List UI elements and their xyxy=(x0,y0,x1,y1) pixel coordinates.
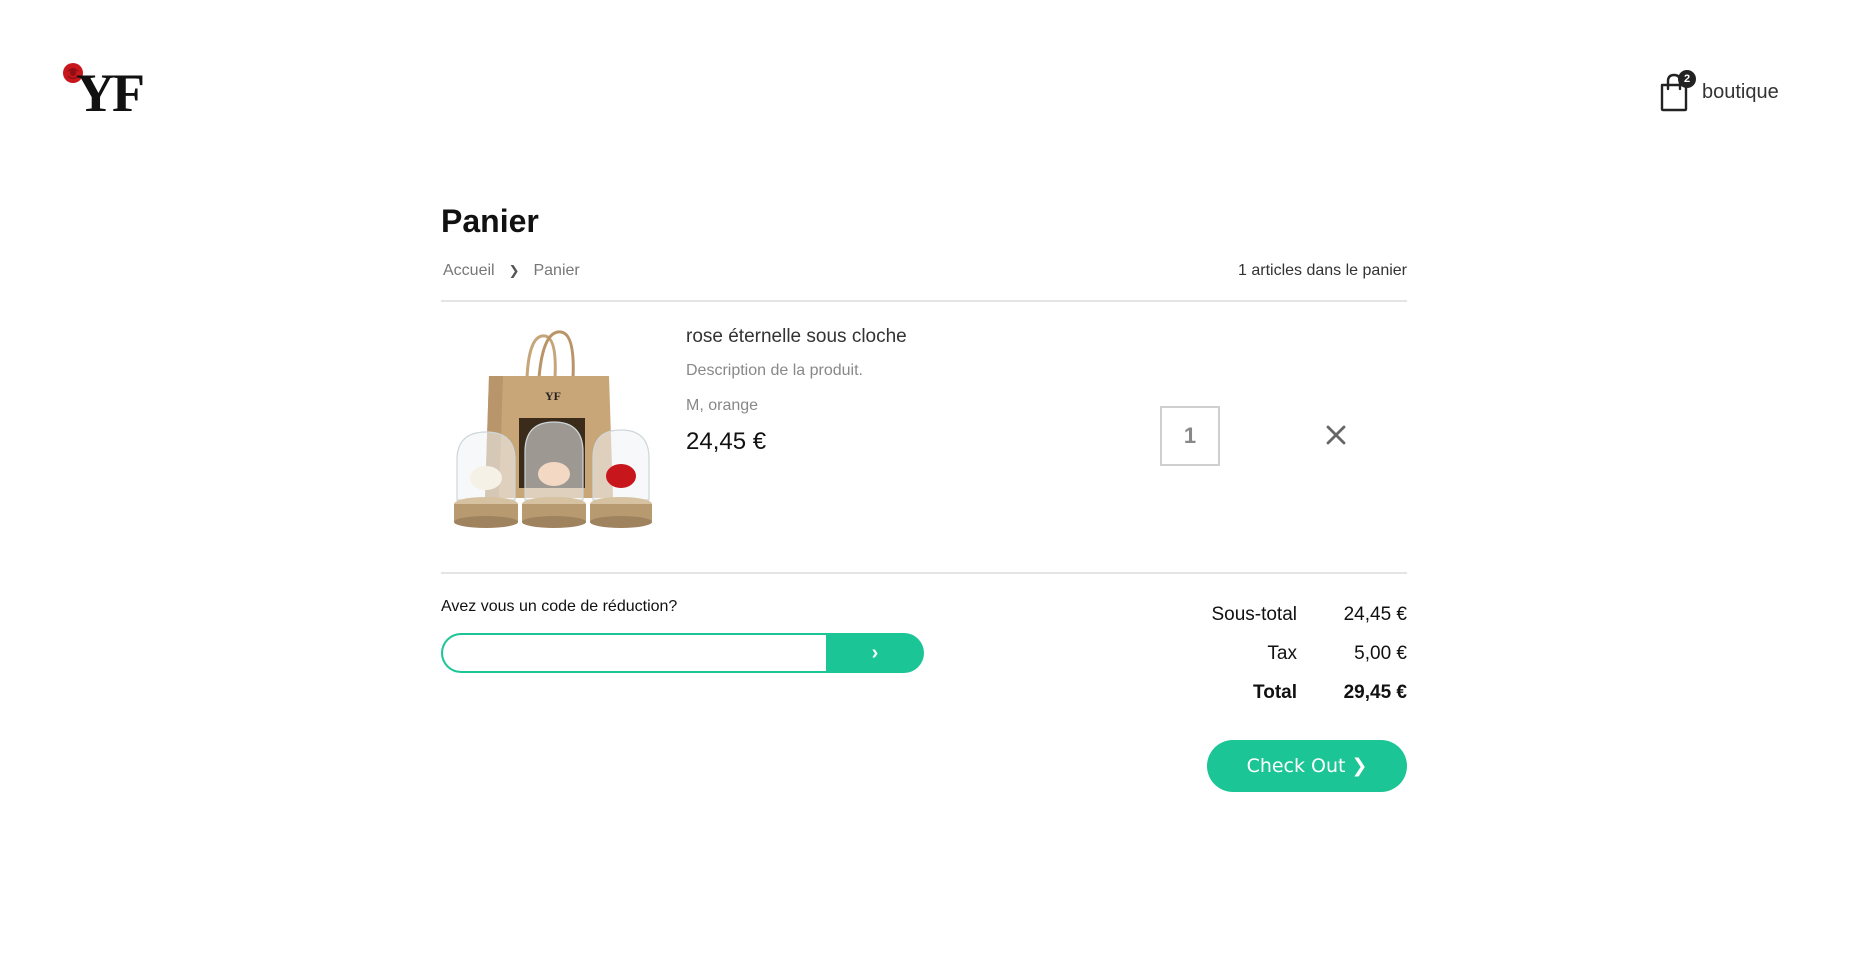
subtotal-row: Sous-total 24,45 € xyxy=(1147,604,1407,643)
breadcrumb-home-link[interactable]: Accueil xyxy=(443,262,495,280)
total-value: 29,45 € xyxy=(1343,682,1407,703)
checkout-button[interactable]: Check Out ❯ xyxy=(1207,740,1407,792)
chevron-right-icon: ❯ xyxy=(1351,755,1368,777)
total-label: Total xyxy=(1253,682,1297,703)
breadcrumb-row: Accueil ❯ Panier 1 articles dans le pani… xyxy=(441,260,1407,290)
breadcrumb-separator-icon: ❯ xyxy=(508,263,520,278)
subtotal-value: 24,45 € xyxy=(1343,604,1407,625)
cart-summary-section: Avez vous un code de réduction? › Sous-t… xyxy=(441,574,1407,814)
item-name[interactable]: rose éternelle sous cloche xyxy=(686,324,907,350)
cart-label: boutique xyxy=(1702,80,1779,103)
shopping-bag-icon: 2 xyxy=(1658,70,1696,112)
close-icon xyxy=(1326,425,1346,445)
tax-label: Tax xyxy=(1267,643,1297,664)
quantity-input[interactable]: 1 xyxy=(1160,406,1220,466)
tax-row: Tax 5,00 € xyxy=(1147,643,1407,682)
item-info: rose éternelle sous cloche Description d… xyxy=(686,324,907,457)
remove-item-button[interactable] xyxy=(1321,420,1351,450)
total-row: Total 29,45 € xyxy=(1147,682,1407,721)
promo-code-submit-button[interactable]: › xyxy=(826,633,924,673)
header-cart-link[interactable]: 2 boutique xyxy=(1658,70,1779,114)
cart-item: YF rose éternelle sous cloche Descriptio… xyxy=(441,302,1407,572)
site-logo[interactable]: YF xyxy=(62,62,146,123)
cart-items-count: 1 articles dans le panier xyxy=(1238,262,1407,279)
cart-page: Panier Accueil ❯ Panier 1 articles dans … xyxy=(441,200,1407,814)
logo-text: YF xyxy=(76,63,145,123)
item-description: Description de la produit. xyxy=(686,362,863,379)
promo-code-form: › xyxy=(441,633,924,673)
product-image[interactable]: YF xyxy=(449,328,659,538)
checkout-label: Check Out xyxy=(1246,755,1346,777)
item-price: 24,45 € xyxy=(686,428,767,455)
chevron-right-icon: › xyxy=(871,641,879,664)
svg-text:YF: YF xyxy=(545,389,561,403)
breadcrumb: Accueil ❯ Panier xyxy=(443,262,580,280)
cart-count-badge: 2 xyxy=(1678,70,1696,88)
tax-value: 5,00 € xyxy=(1354,643,1407,664)
item-variant: M, orange xyxy=(686,397,759,414)
order-totals: Sous-total 24,45 € Tax 5,00 € Total 29,4… xyxy=(1147,604,1407,721)
breadcrumb-current: Panier xyxy=(533,262,580,279)
page-title: Panier xyxy=(441,203,539,239)
subtotal-label: Sous-total xyxy=(1211,604,1297,625)
promo-code-input[interactable] xyxy=(441,633,826,673)
promo-code-label: Avez vous un code de réduction? xyxy=(441,598,678,615)
